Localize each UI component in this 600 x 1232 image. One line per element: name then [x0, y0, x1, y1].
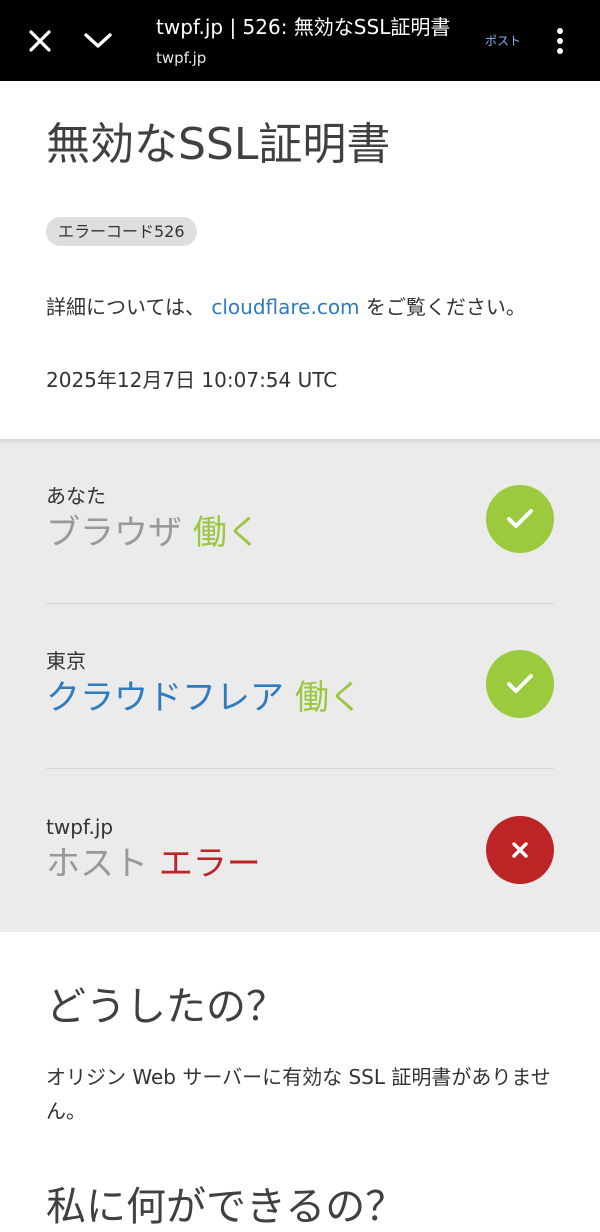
- explanation-section: どうしたの？ オリジン Web サーバーに有効な SSL 証明書がありません。 …: [0, 932, 600, 1230]
- details-text: 詳細については、 cloudflare.com をご覧ください。: [46, 293, 556, 321]
- x-icon: [512, 842, 528, 858]
- status-row-status: ブラウザ 働く: [46, 511, 261, 555]
- details-suffix: をご覧ください。: [365, 295, 526, 319]
- chevron-down-icon: [84, 32, 112, 48]
- post-button[interactable]: ポスト: [485, 32, 521, 49]
- what-happened-body: オリジン Web サーバーに有効な SSL 証明書がありません。: [46, 1065, 551, 1123]
- error-header: 無効なSSL証明書 エラーコード526 詳細については、 cloudflare.…: [0, 81, 600, 439]
- status-row-name: ブラウザ: [46, 513, 182, 553]
- status-row-name: クラウドフレア: [46, 678, 284, 718]
- browser-page-title: twpf.jp | 526: 無効なSSL証明書: [156, 15, 451, 39]
- timestamp: 2025年12月7日 10:07:54 UTC: [46, 368, 338, 392]
- error-code-badge: エラーコード526: [46, 217, 197, 246]
- status-row-state: 働く: [294, 678, 363, 718]
- divider: [46, 603, 554, 604]
- more-menu-button[interactable]: [538, 0, 582, 81]
- check-icon: [507, 509, 533, 528]
- page-title: 無効なSSL証明書: [46, 119, 391, 170]
- status-row-status: ホスト エラー: [46, 842, 261, 886]
- status-row-status: クラウドフレア 働く: [46, 676, 363, 720]
- check-icon: [507, 674, 533, 693]
- status-ok-badge: [486, 485, 554, 553]
- collapse-button[interactable]: [72, 0, 124, 81]
- status-row-label: twpf.jp: [46, 815, 114, 839]
- status-row-state: 働く: [192, 513, 261, 553]
- status-error-badge: [486, 816, 554, 884]
- more-vert-icon: [557, 27, 563, 54]
- what-happened-heading: どうしたの？: [46, 984, 286, 1030]
- status-ok-badge: [486, 650, 554, 718]
- details-prefix: 詳細については、: [46, 295, 205, 319]
- status-row-label: 東京: [46, 649, 86, 673]
- cloudflare-link[interactable]: cloudflare.com: [211, 295, 359, 319]
- close-icon: [29, 29, 51, 52]
- status-row-name: ホスト: [46, 844, 148, 884]
- browser-toolbar: twpf.jp | 526: 無効なSSL証明書 twpf.jp ポスト: [0, 0, 600, 81]
- status-row-state: エラー: [158, 844, 261, 884]
- browser-url: twpf.jp: [156, 49, 207, 67]
- divider: [46, 768, 554, 769]
- close-button[interactable]: [14, 0, 66, 81]
- what-can-i-do-heading: 私に何ができるの？: [46, 1184, 406, 1230]
- status-panel: あなた ブラウザ 働く 東京 クラウドフレア 働く twpf.jp ホスト エラ…: [0, 439, 600, 932]
- status-row-label: あなた: [46, 484, 106, 508]
